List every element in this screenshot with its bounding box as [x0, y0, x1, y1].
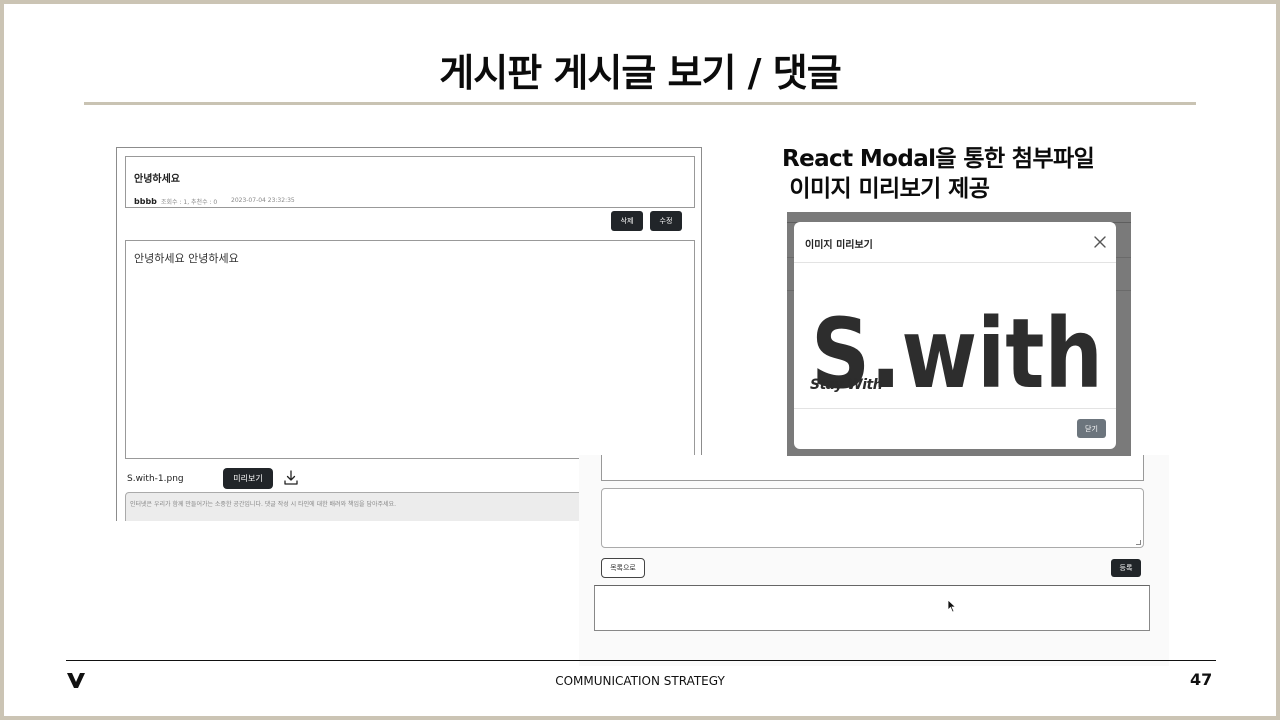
edit-button[interactable]: 수정 — [650, 211, 682, 231]
content-field — [601, 455, 1144, 481]
page-number: 47 — [1190, 670, 1213, 689]
preview-button[interactable]: 미리보기 — [223, 468, 273, 489]
mouse-cursor-icon — [947, 599, 957, 613]
comment-textarea[interactable] — [601, 488, 1144, 548]
post-header: 안녕하세요 bbbb 조회수 : 1, 추천수 : 0 2023-07-04 2… — [125, 156, 695, 208]
annotation-line-1: React Modal을 통한 첨부파일 — [782, 146, 1095, 172]
download-icon[interactable] — [283, 469, 299, 487]
slide: 게시판 게시글 보기 / 댓글 안녕하세요 bbbb 조회수 : 1, 추천수 … — [4, 4, 1276, 716]
attachment-file-name: S.with-1.png — [127, 474, 184, 484]
post-date: 2023-07-04 23:32:35 — [231, 197, 295, 204]
image-preview-modal: 이미지 미리보기 S.with Stay With 닫기 — [794, 222, 1116, 449]
modal-header: 이미지 미리보기 — [794, 222, 1116, 263]
resize-handle[interactable] — [1136, 540, 1141, 545]
modal-screenshot: 이미지 미리보기 S.with Stay With 닫기 — [787, 212, 1131, 456]
footer-label: COMMUNICATION STRATEGY — [555, 674, 725, 688]
delete-button[interactable]: 삭제 — [611, 211, 643, 231]
post-title: 안녕하세요 — [134, 174, 180, 185]
annotation: React Modal을 통한 첨부파일 이미지 미리보기 제공 — [782, 144, 1095, 204]
footer-divider — [66, 660, 1216, 661]
modal-title: 이미지 미리보기 — [805, 240, 873, 251]
close-icon[interactable] — [1092, 234, 1108, 250]
comment-list — [594, 585, 1150, 631]
post-body-text: 안녕하세요 안녕하세요 — [134, 252, 239, 265]
post-body: 안녕하세요 안녕하세요 — [125, 240, 695, 459]
comment-notice: 인터넷은 우리가 함께 만들어가는 소중한 공간입니다. 댓글 작성 시 타인에… — [130, 501, 396, 508]
modal-footer: 닫기 — [794, 408, 1116, 449]
slide-title: 게시판 게시글 보기 / 댓글 — [439, 51, 841, 95]
post-author: bbbb — [134, 197, 157, 206]
back-to-list-button[interactable]: 목록으로 — [601, 558, 645, 578]
modal-close-button[interactable]: 닫기 — [1077, 419, 1106, 438]
comment-form-screenshot: 목록으로 등록 — [579, 455, 1169, 666]
logo-tagline: Stay With — [810, 377, 883, 393]
annotation-line-2: 이미지 미리보기 제공 — [782, 176, 990, 202]
register-button[interactable]: 등록 — [1111, 559, 1141, 577]
title-divider — [84, 102, 1196, 105]
post-meta: 조회수 : 1, 추천수 : 0 — [161, 199, 218, 206]
